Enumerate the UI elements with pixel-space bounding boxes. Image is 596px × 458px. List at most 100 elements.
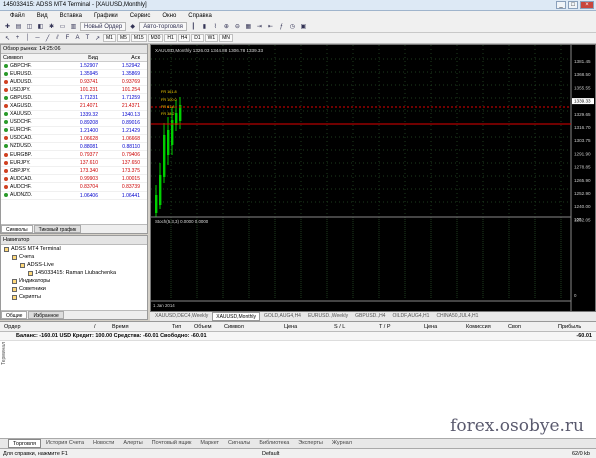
symbol-name: USDCHF. bbox=[10, 119, 32, 126]
channel-icon[interactable]: ⫽ bbox=[53, 34, 62, 43]
menu-help[interactable]: Справка bbox=[182, 13, 218, 19]
navigator-item[interactable]: Счета bbox=[1, 253, 147, 261]
candle-chart-icon[interactable]: ▮ bbox=[200, 22, 209, 31]
header-bid[interactable]: Бид bbox=[53, 54, 98, 61]
chart-tab[interactable]: CHINA50,JUL4,H1 bbox=[433, 312, 481, 321]
chart-tab[interactable]: EURUSD.,Weekly bbox=[305, 312, 351, 321]
timeframe-m5[interactable]: M5 bbox=[116, 34, 130, 42]
periods-icon[interactable]: ◷ bbox=[288, 22, 297, 31]
horizontal-line-icon[interactable]: ─ bbox=[33, 34, 42, 43]
timeframe-mn[interactable]: MN bbox=[219, 34, 233, 42]
text-icon[interactable]: A bbox=[73, 34, 82, 43]
col-swap[interactable]: Своп bbox=[504, 322, 554, 331]
indicators-icon[interactable]: ƒ bbox=[277, 22, 286, 31]
price-chart[interactable]: 1381.45 1368.50 1355.55 1339.33 1329.65 1316.… bbox=[150, 44, 596, 312]
tab-market[interactable]: Маркет bbox=[196, 439, 223, 448]
timeframe-w1[interactable]: W1 bbox=[204, 34, 219, 42]
tab-trade[interactable]: Торговля bbox=[8, 439, 41, 448]
chart-tab[interactable]: OILDF,AUG4,H1 bbox=[389, 312, 432, 321]
tab-library[interactable]: Библиотека bbox=[255, 439, 293, 448]
chart-tab-active[interactable]: XAUUSD,Monthly bbox=[212, 312, 260, 321]
tab-mailbox[interactable]: Почтовый ящик bbox=[148, 439, 196, 448]
trendline-icon[interactable]: ╱ bbox=[43, 34, 52, 43]
vertical-line-icon[interactable]: │ bbox=[23, 34, 32, 43]
navigator-item[interactable]: Индикаторы bbox=[1, 277, 147, 285]
col-order[interactable]: Ордер bbox=[0, 322, 90, 331]
col-time[interactable]: Время bbox=[108, 322, 168, 331]
arrow-icon[interactable]: ↗ bbox=[93, 34, 102, 43]
menu-tools[interactable]: Сервис bbox=[124, 13, 157, 19]
menu-charts[interactable]: Графики bbox=[88, 13, 124, 19]
bid-cell: 1.06628 bbox=[79, 135, 98, 142]
col-sl[interactable]: S / L bbox=[330, 322, 375, 331]
data-window-icon[interactable]: ◧ bbox=[36, 22, 45, 31]
navigator-tree: ADSS MT4 Terminal Счета ADSS-Live 145033415… bbox=[1, 245, 147, 301]
header-symbol[interactable]: Символ bbox=[1, 54, 53, 61]
col-price2[interactable]: Цена bbox=[420, 322, 462, 331]
col-type[interactable]: Тип bbox=[168, 322, 190, 331]
label-icon[interactable]: T bbox=[83, 34, 92, 43]
chart-tab[interactable]: XAUUSD,DEC4,Weekly bbox=[152, 312, 211, 321]
menu-insert[interactable]: Вставка bbox=[54, 13, 88, 19]
tab-tick-chart[interactable]: Тиковый график bbox=[33, 225, 82, 233]
menu-window[interactable]: Окно bbox=[156, 13, 182, 19]
tab-alerts[interactable]: Алерты bbox=[119, 439, 146, 448]
timeframe-h4[interactable]: H4 bbox=[177, 34, 191, 42]
cursor-icon[interactable]: ↖ bbox=[3, 34, 12, 43]
zoom-in-icon[interactable]: ⊕ bbox=[222, 22, 231, 31]
tab-symbols[interactable]: Символы bbox=[1, 225, 33, 233]
line-chart-icon[interactable]: ⌇ bbox=[211, 22, 220, 31]
profiles-icon[interactable]: ▤ bbox=[14, 22, 23, 31]
timeframe-d1[interactable]: D1 bbox=[191, 34, 204, 42]
terminal-side-label: Терминал bbox=[1, 342, 7, 366]
status-traffic: 62/0 kb bbox=[571, 450, 590, 457]
fibo-icon[interactable]: F bbox=[63, 34, 72, 43]
minimize-button[interactable]: _ bbox=[556, 1, 566, 9]
timeframe-m15[interactable]: M15 bbox=[130, 34, 147, 42]
navigator-item[interactable]: ADSS-Live bbox=[1, 261, 147, 269]
templates-icon[interactable]: ▣ bbox=[299, 22, 308, 31]
col-volume[interactable]: Объем bbox=[190, 322, 220, 331]
col-commission[interactable]: Комиссия bbox=[462, 322, 504, 331]
timeframe-m30[interactable]: M30 bbox=[147, 34, 164, 42]
navigator-item[interactable]: ADSS MT4 Terminal bbox=[1, 245, 147, 253]
tab-journal[interactable]: Журнал bbox=[328, 439, 356, 448]
header-ask[interactable]: Аск bbox=[98, 54, 140, 61]
col-profit[interactable]: Прибыль bbox=[554, 322, 584, 331]
maximize-button[interactable]: □ bbox=[568, 1, 578, 9]
chart-tab[interactable]: GBPUSD.,H4 bbox=[352, 312, 388, 321]
tester-icon[interactable]: ▥ bbox=[69, 22, 78, 31]
market-watch-icon[interactable]: ◫ bbox=[25, 22, 34, 31]
new-order-button[interactable]: Новый Ордер bbox=[80, 22, 127, 31]
shift-icon[interactable]: ⇤ bbox=[266, 22, 275, 31]
navigator-item[interactable]: 145033415: Raman Liubachenka bbox=[1, 269, 147, 277]
tab-favorites[interactable]: Избранное bbox=[28, 311, 64, 319]
metaeditor-icon[interactable]: ◆ bbox=[128, 22, 137, 31]
navigator-item[interactable]: Советники bbox=[1, 285, 147, 293]
zoom-out-icon[interactable]: ⊖ bbox=[233, 22, 242, 31]
tab-news[interactable]: Новости bbox=[89, 439, 118, 448]
timeframe-m1[interactable]: M1 bbox=[103, 34, 116, 42]
tab-general[interactable]: Общие bbox=[1, 311, 28, 319]
crosshair-icon[interactable]: + bbox=[13, 34, 22, 43]
navigator-item[interactable]: Скрипты bbox=[1, 293, 147, 301]
close-button[interactable]: × bbox=[580, 1, 594, 9]
menu-view[interactable]: Вид bbox=[31, 13, 54, 19]
market-watch-row[interactable]: AUDNZD. 1.06406 1.06441 bbox=[1, 192, 147, 200]
tile-icon[interactable]: ▦ bbox=[244, 22, 253, 31]
tab-experts[interactable]: Эксперты bbox=[294, 439, 327, 448]
col-price[interactable]: Цена bbox=[280, 322, 330, 331]
new-chart-icon[interactable]: ✚ bbox=[3, 22, 12, 31]
timeframe-h1[interactable]: H1 bbox=[164, 34, 177, 42]
col-symbol[interactable]: Символ bbox=[220, 322, 280, 331]
terminal-icon[interactable]: ▭ bbox=[58, 22, 67, 31]
chart-tab[interactable]: GOLD,AUG4,H4 bbox=[261, 312, 304, 321]
autotrade-button[interactable]: Авто-торговля bbox=[139, 22, 187, 31]
bar-chart-icon[interactable]: ┃ bbox=[189, 22, 198, 31]
autoscroll-icon[interactable]: ⇥ bbox=[255, 22, 264, 31]
navigator-icon[interactable]: ✱ bbox=[47, 22, 56, 31]
menu-file[interactable]: Файл bbox=[4, 13, 31, 19]
tab-signals[interactable]: Сигналы bbox=[224, 439, 254, 448]
col-tp[interactable]: T / P bbox=[375, 322, 420, 331]
tab-account-history[interactable]: История Счета bbox=[42, 439, 88, 448]
